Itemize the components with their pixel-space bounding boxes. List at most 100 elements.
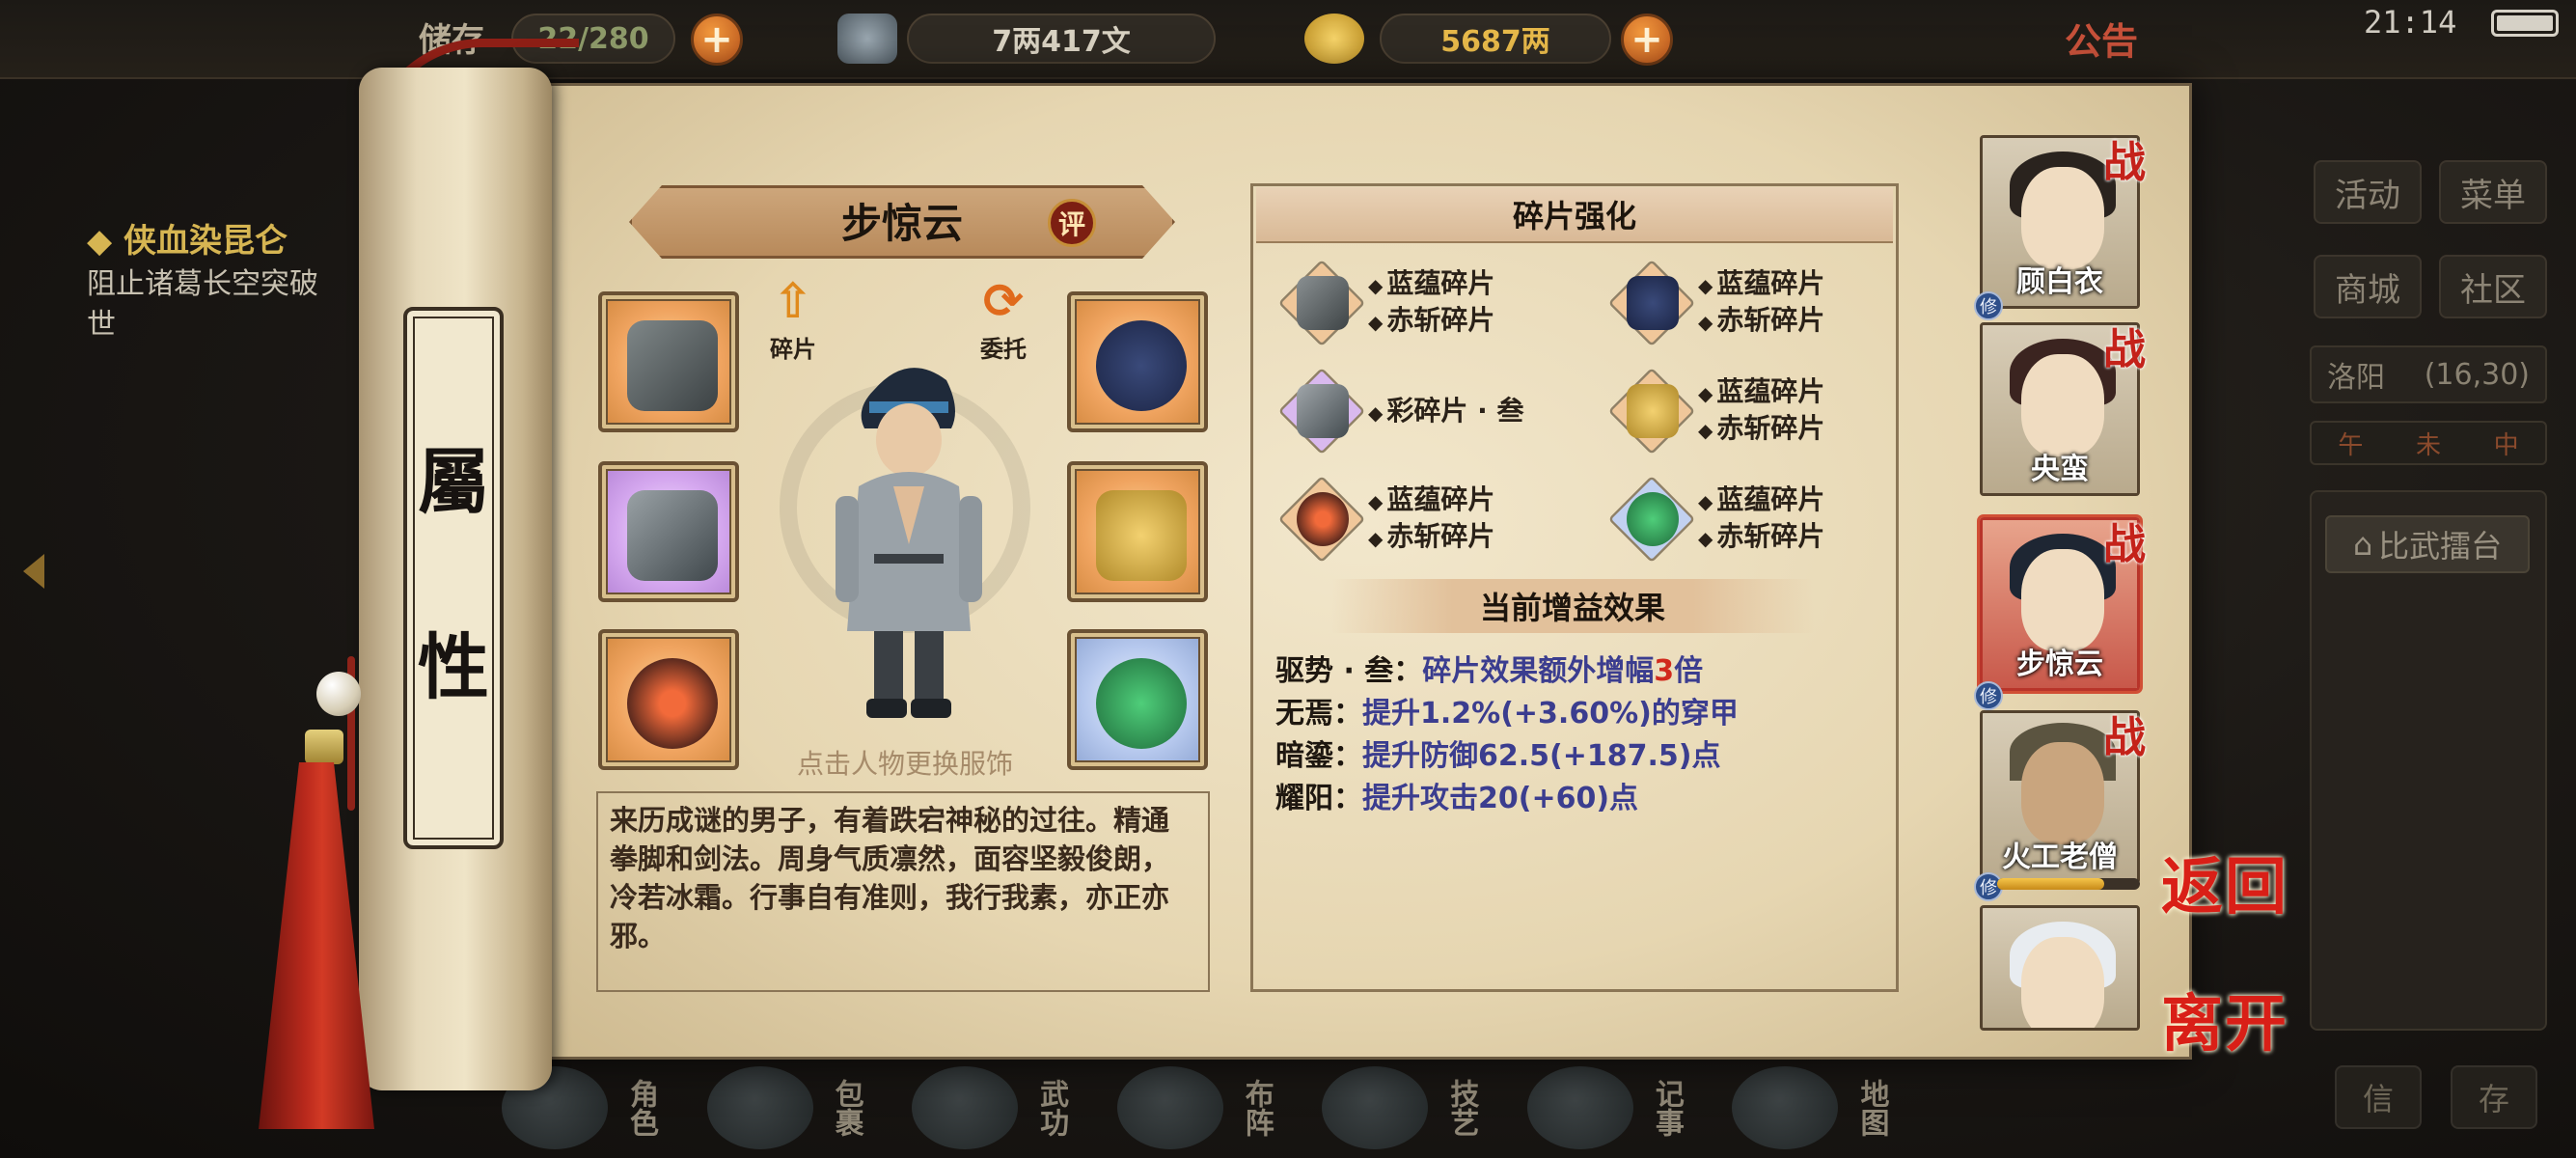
fragment-line-1: 蓝蕴碎片 <box>1698 371 1824 409</box>
letter-button[interactable]: 信 <box>2335 1065 2422 1129</box>
city-coords: (16,30) <box>2424 357 2530 392</box>
fragment-line-2: 赤斩碎片 <box>1698 299 1824 338</box>
effect-multiplier: 3 <box>1654 654 1675 688</box>
portrait-face <box>2021 937 2104 1028</box>
fragment-line-2: 赤斩碎片 <box>1698 407 1824 446</box>
character-description: 来历成谜的男子，有着跌宕神秘的过往。精通拳脚和剑法。周身气质凛然，面容坚毅俊朗，… <box>610 804 1170 952</box>
equip-slot-gauntlet[interactable] <box>598 291 739 432</box>
fragment-line-1: 蓝蕴碎片 <box>1698 479 1824 517</box>
nav-label: 记事 <box>1649 1079 1684 1137</box>
effect-key: 无焉： <box>1275 697 1362 731</box>
time-b: 未 <box>2415 430 2441 460</box>
fragment-panel-title: 碎片强化 <box>1256 187 1893 243</box>
add-gold-button[interactable]: + <box>1621 14 1673 66</box>
portrait-face <box>2021 549 2104 651</box>
equip-slot-hat[interactable] <box>1067 291 1208 432</box>
fragment-button[interactable]: ⇧ 碎片 <box>764 272 822 364</box>
equip-slot-ring[interactable] <box>598 629 739 770</box>
claw-icon <box>1297 384 1349 438</box>
leave-button[interactable]: 离开 <box>2161 975 2288 1063</box>
effect-tail: 倍 <box>1674 654 1704 688</box>
effect-row: 驱势 · 叁：碎片效果额外增幅3倍 <box>1275 647 1703 689</box>
silver-amount: 7两417文 <box>907 14 1216 64</box>
battle-tag: 战 <box>2103 325 2146 374</box>
scroll-label-frame <box>403 307 504 849</box>
community-button[interactable]: 社区 <box>2439 255 2547 318</box>
arena-button[interactable]: ⌂ 比武擂台 <box>2325 515 2530 573</box>
fragment-line-2: 赤斩碎片 <box>1368 515 1494 554</box>
effect-value: 碎片效果额外增幅 <box>1422 654 1655 688</box>
nav-journal[interactable]: 记事 <box>1526 1062 1706 1154</box>
fragment-line-1: 蓝蕴碎片 <box>1698 262 1824 301</box>
scroll-char-1: 屬 <box>418 441 489 524</box>
battle-tag: 战 <box>2103 713 2146 762</box>
fragment-item[interactable]: 蓝蕴碎片 赤斩碎片 <box>1607 257 1941 349</box>
gold-amount: 5687两 <box>1380 14 1611 64</box>
nav-label: 技艺 <box>1444 1079 1479 1137</box>
hat-icon <box>1096 320 1187 411</box>
city-name: 洛阳 <box>2327 361 2385 395</box>
effect-key: 暗鎏： <box>1275 739 1362 773</box>
skill-icon <box>1322 1066 1429 1149</box>
nav-label: 包裹 <box>829 1079 863 1137</box>
fragment-item[interactable]: 蓝蕴碎片 赤斩碎片 <box>1277 473 1611 565</box>
portrait-face <box>2021 354 2104 456</box>
ring-icon <box>627 658 718 749</box>
battle-tag: 战 <box>2103 138 2146 187</box>
effect-value: 提升防御62.5(+187.5)点 <box>1362 739 1721 773</box>
effect-row: 暗鎏：提升防御62.5(+187.5)点 <box>1275 731 1720 774</box>
activity-button[interactable]: 活动 <box>2314 160 2422 224</box>
rate-button[interactable]: 评 <box>1048 199 1096 247</box>
nav-martial[interactable]: 武功 <box>912 1062 1090 1154</box>
fragment-item[interactable]: 蓝蕴碎片 赤斩碎片 <box>1607 365 1941 457</box>
roster-progress-bar <box>1997 878 2140 890</box>
silver-icon <box>837 14 897 64</box>
nav-bag[interactable]: 包裹 <box>706 1062 886 1154</box>
equip-slot-armor[interactable] <box>1067 461 1208 602</box>
equip-slot-claw[interactable] <box>598 461 739 602</box>
fragment-label: 碎片 <box>770 336 816 363</box>
swap-icon: ⟳ <box>983 273 1024 329</box>
cultivate-tag: 修 <box>1974 291 2003 320</box>
add-bag-button[interactable]: + <box>691 14 743 66</box>
portrait-name: 火工老僧 <box>2002 841 2118 874</box>
notice-button[interactable]: 公告 <box>2065 12 2138 65</box>
nav-map[interactable]: 地图 <box>1732 1062 1910 1154</box>
battle-tag: 战 <box>2103 520 2146 569</box>
formation-icon <box>1116 1066 1223 1149</box>
portrait-face <box>2021 742 2104 844</box>
quest-title[interactable]: ◆ 侠血染昆仑 <box>87 214 288 262</box>
location-box[interactable]: 洛阳 (16,30) <box>2310 345 2547 403</box>
entrust-button[interactable]: ⟳ 委托 <box>974 272 1032 364</box>
menu-button[interactable]: 菜单 <box>2439 160 2547 224</box>
effect-value: 提升1.2%(+3.60%)的穿甲 <box>1362 697 1739 731</box>
tassel-cap <box>305 730 343 764</box>
fragment-line-1: 彩碎片 · 叁 <box>1368 390 1523 428</box>
roster-progress-fill <box>1997 878 2104 890</box>
gold-icon <box>1304 14 1364 64</box>
time-indicator: 午 未 中 <box>2310 421 2547 465</box>
nav-label: 角色 <box>624 1079 658 1137</box>
portrait-name: 顾白衣 <box>2016 265 2103 299</box>
jade-icon <box>1096 658 1187 749</box>
return-button[interactable]: 返回 <box>2161 838 2288 926</box>
journal-icon <box>1526 1066 1633 1149</box>
collapse-arrow-icon[interactable] <box>23 554 44 589</box>
bag-icon <box>706 1066 813 1149</box>
hat-icon <box>1627 276 1679 330</box>
save-button[interactable]: 存 <box>2451 1065 2537 1129</box>
fragment-item[interactable]: 彩碎片 · 叁 <box>1277 365 1611 457</box>
fragment-item[interactable]: 蓝蕴碎片 赤斩碎片 <box>1277 257 1611 349</box>
shop-button[interactable]: 商城 <box>2314 255 2422 318</box>
roster-portrait[interactable] <box>1980 905 2140 1031</box>
equip-slot-jade[interactable] <box>1067 629 1208 770</box>
nav-skill[interactable]: 技艺 <box>1322 1062 1500 1154</box>
scroll-char-2: 性 <box>418 626 489 709</box>
character-figure[interactable] <box>816 351 1000 728</box>
map-icon <box>1732 1066 1839 1149</box>
effect-key: 耀阳： <box>1275 782 1362 815</box>
fragment-item[interactable]: 蓝蕴碎片 赤斩碎片 <box>1607 473 1941 565</box>
claw-icon <box>627 490 718 581</box>
nav-formation[interactable]: 布阵 <box>1116 1062 1296 1154</box>
portrait-name: 步惊云 <box>2016 648 2103 681</box>
